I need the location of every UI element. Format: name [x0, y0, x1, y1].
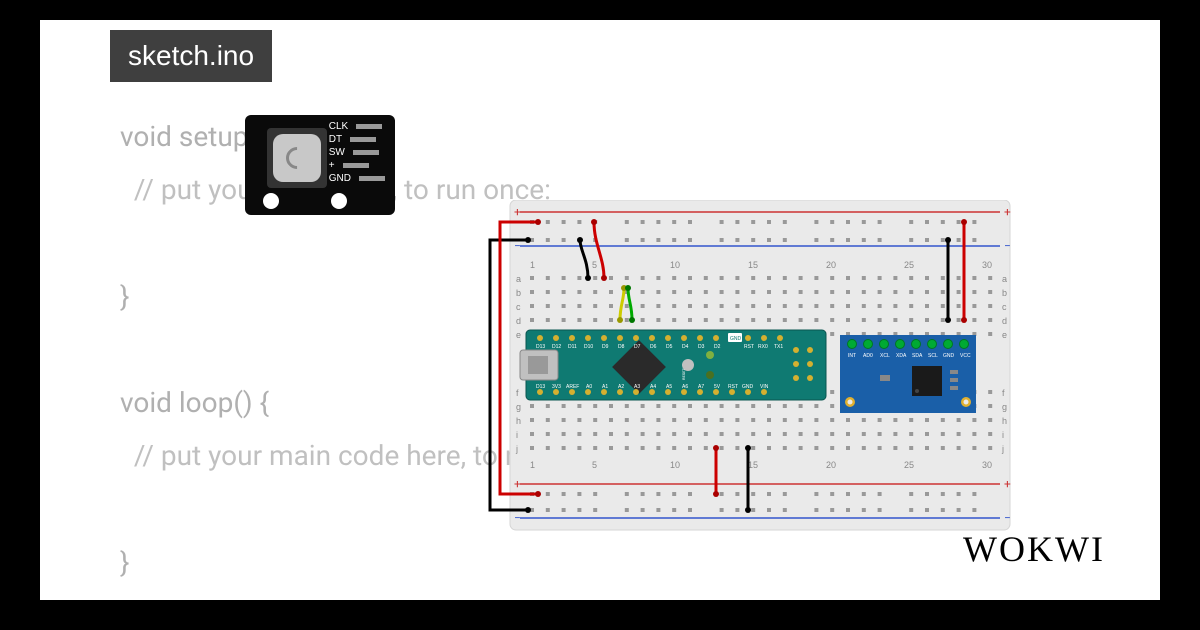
svg-text:−: − — [1004, 511, 1011, 525]
svg-text:D13: D13 — [536, 384, 545, 390]
svg-text:+: + — [514, 205, 521, 219]
svg-text:e: e — [516, 330, 521, 340]
svg-text:j: j — [1001, 444, 1004, 454]
svg-text:15: 15 — [748, 460, 758, 470]
svg-text:A1: A1 — [602, 384, 608, 390]
svg-text:D3: D3 — [698, 344, 705, 350]
svg-text:D13: D13 — [536, 344, 545, 350]
svg-text:b: b — [1002, 288, 1007, 298]
svg-text:D6: D6 — [650, 344, 657, 350]
svg-text:c: c — [1002, 302, 1007, 312]
svg-text:+: + — [1004, 205, 1011, 219]
rotary-encoder[interactable]: CLK DT SW + GND — [245, 115, 415, 225]
svg-text:30: 30 — [982, 460, 992, 470]
svg-text:D10: D10 — [584, 344, 593, 350]
svg-text:25: 25 — [904, 260, 914, 270]
svg-text:d: d — [516, 316, 521, 326]
svg-text:+: + — [514, 477, 521, 491]
svg-text:j: j — [515, 444, 518, 454]
mpu6050-module: INT AD0 XCL XDA SDA SCL GND VCC — [840, 335, 976, 413]
svg-text:VCC: VCC — [960, 353, 971, 359]
svg-text:D4: D4 — [682, 344, 689, 350]
svg-text:GND: GND — [943, 353, 955, 359]
svg-text:d: d — [1002, 316, 1007, 326]
svg-text:1: 1 — [530, 260, 535, 270]
svg-text:D5: D5 — [666, 344, 673, 350]
code-line: } — [120, 280, 129, 313]
svg-text:1: 1 — [530, 460, 535, 470]
code-line: void loop() { — [120, 386, 269, 419]
svg-text:h: h — [516, 416, 521, 426]
svg-text:D2: D2 — [714, 344, 721, 350]
svg-text:h: h — [1002, 416, 1007, 426]
svg-text:D9: D9 — [602, 344, 609, 350]
svg-text:b: b — [516, 288, 521, 298]
svg-text:g: g — [1002, 402, 1007, 412]
svg-text:a: a — [516, 274, 521, 284]
encoder-pins: CLK DT SW + GND — [329, 121, 385, 184]
svg-text:TX1: TX1 — [774, 344, 783, 350]
preview-card: sketch.ino void setup() { // put your co… — [40, 20, 1160, 600]
svg-text:XDA: XDA — [896, 353, 907, 359]
svg-text:SCL: SCL — [928, 353, 938, 359]
svg-text:GND: GND — [742, 384, 754, 390]
svg-text:i: i — [1002, 430, 1004, 440]
svg-text:INT: INT — [848, 353, 856, 359]
svg-text:−: − — [1004, 239, 1011, 253]
svg-text:c: c — [516, 302, 521, 312]
svg-text:A7: A7 — [698, 384, 704, 390]
svg-text:A4: A4 — [650, 384, 656, 390]
svg-text:RST: RST — [744, 344, 754, 350]
svg-text:10: 10 — [670, 260, 680, 270]
svg-text:i: i — [516, 430, 518, 440]
svg-text:AD0: AD0 — [863, 353, 873, 359]
svg-text:e: e — [1002, 330, 1007, 340]
svg-text:25: 25 — [904, 460, 914, 470]
svg-text:D11: D11 — [568, 344, 577, 350]
svg-text:−: − — [514, 511, 521, 525]
svg-text:XCL: XCL — [880, 353, 890, 359]
svg-text:10: 10 — [670, 460, 680, 470]
breadboard-svg: + + − − 1 5 10 15 20 25 30 aa bb cc dd — [480, 200, 1040, 540]
svg-text:A2: A2 — [618, 384, 624, 390]
svg-text:a: a — [1002, 274, 1007, 284]
svg-text:VIN: VIN — [760, 384, 769, 390]
svg-text:D7: D7 — [634, 344, 641, 350]
code-line: } — [120, 546, 129, 579]
svg-text:3V3: 3V3 — [552, 384, 561, 390]
svg-text:A6: A6 — [682, 384, 688, 390]
svg-text:SDA: SDA — [912, 353, 923, 359]
svg-text:GND: GND — [730, 336, 742, 342]
svg-text:RST: RST — [728, 384, 738, 390]
svg-text:5: 5 — [592, 260, 597, 270]
svg-text:A0: A0 — [586, 384, 592, 390]
svg-text:D12: D12 — [552, 344, 561, 350]
svg-text:20: 20 — [826, 460, 836, 470]
svg-text:g: g — [516, 402, 521, 412]
svg-text:AREF: AREF — [566, 384, 579, 390]
svg-text:5: 5 — [592, 460, 597, 470]
svg-text:15: 15 — [748, 260, 758, 270]
filename-tab: sketch.ino — [110, 30, 272, 82]
svg-text:30: 30 — [982, 260, 992, 270]
encoder-knob[interactable] — [267, 128, 327, 188]
svg-text:RESET: RESET — [681, 368, 686, 380]
svg-text:RX0: RX0 — [758, 344, 768, 350]
encoder-body: CLK DT SW + GND — [245, 115, 395, 215]
circuit-diagram[interactable]: + + − − 1 5 10 15 20 25 30 aa bb cc dd — [480, 200, 1040, 540]
rotate-icon — [281, 142, 312, 173]
svg-text:A5: A5 — [666, 384, 672, 390]
svg-text:A3: A3 — [634, 384, 640, 390]
svg-text:+: + — [1004, 477, 1011, 491]
svg-text:20: 20 — [826, 260, 836, 270]
svg-text:5V: 5V — [714, 384, 721, 390]
svg-text:D8: D8 — [618, 344, 625, 350]
arduino-nano: D13 D12 D11 D10 D9 D8 D7 D6 D5 D4 D3 D2 GND RST R… — [520, 330, 826, 400]
